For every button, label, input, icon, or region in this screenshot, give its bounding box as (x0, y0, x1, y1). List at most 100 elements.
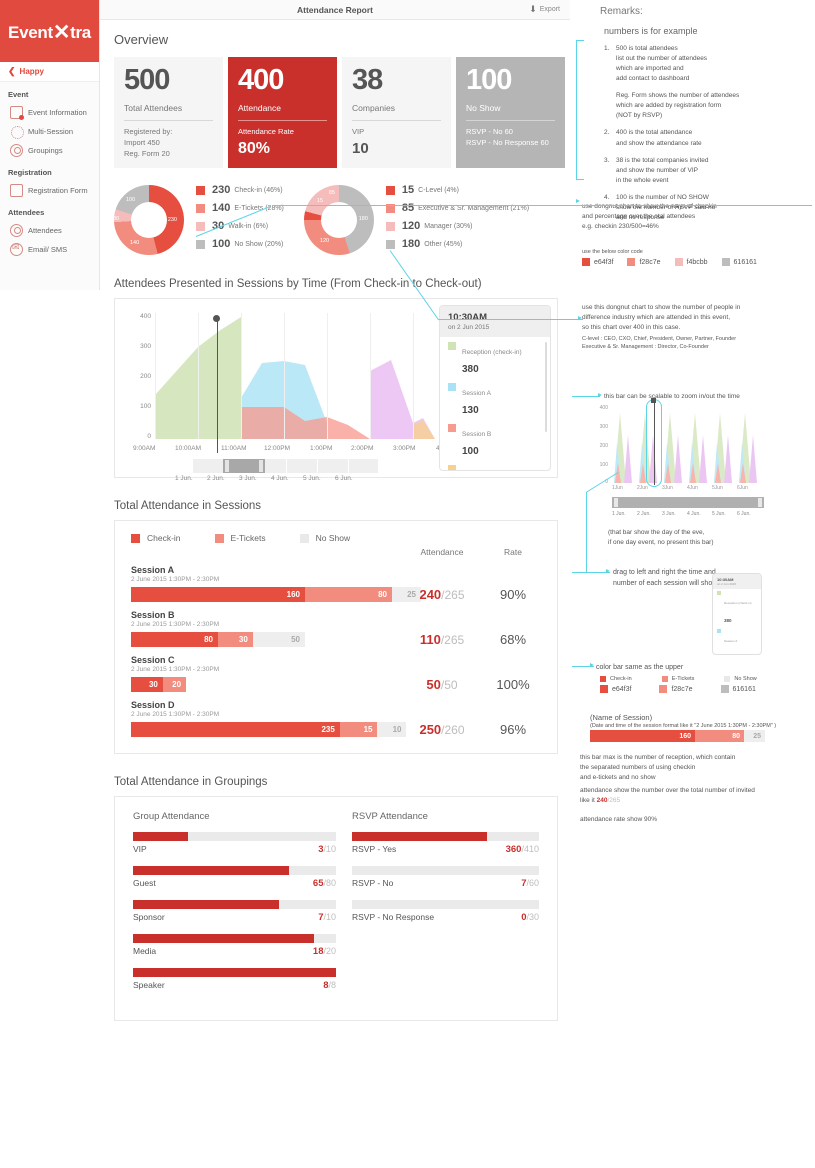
donut-graphic: 15 120 85 180 (303, 185, 374, 255)
session-values: 240/265 90% (399, 587, 541, 602)
remark-extra: Reg. Form shows the number of attendees … (616, 92, 740, 120)
color-swatch (600, 685, 608, 693)
tooltip-time: 10:30AM (448, 312, 488, 323)
time-cursor-line[interactable] (217, 319, 218, 453)
legend-swatch (600, 676, 606, 683)
y-tick: 300 (140, 343, 151, 350)
color-hex: f28c7e (639, 258, 661, 266)
connector-arrow (598, 393, 602, 397)
mini-cursor-line[interactable] (654, 401, 655, 485)
legend-value: 120 (401, 220, 421, 232)
color-swatch (659, 685, 668, 693)
annotation-color-code-label: use the below color code (582, 249, 643, 255)
page-title: Attendance Report (296, 4, 374, 15)
donut-slice-label: 180 (358, 215, 368, 222)
topbar: Attendance Report ⬇ Export (100, 0, 570, 20)
stat-sub-title: VIP (352, 127, 365, 136)
session-row: Session C 2 June 2015 1:30PM - 2:30PM 30… (131, 655, 541, 692)
x-tick: 3:00PM (393, 445, 416, 452)
attendance-total: /265 (440, 633, 465, 647)
donut-graphic: 230 140 30 100 (113, 185, 184, 255)
mini-scrubber-handle-left[interactable] (614, 498, 618, 507)
connector-line (438, 319, 583, 320)
sidebar-item-registration-form[interactable]: Registration Form (0, 181, 99, 200)
progress-fill (352, 832, 487, 841)
sidebar-item-event-information[interactable]: Event Information (0, 103, 99, 122)
legend-label: Check-in (46%) (234, 186, 283, 194)
session-bar: 235 15 10 (131, 722, 421, 737)
color-swatch (627, 258, 636, 266)
annotation-drag: drag to left and right the time and numb… (613, 569, 718, 587)
scrubber-tick: 4 Jun. (687, 511, 701, 517)
attendance-total: /260 (441, 723, 465, 737)
y-tick: 300 (599, 424, 608, 430)
connector-arrow (578, 316, 582, 320)
sidebar-group-title: Registration (8, 168, 52, 177)
remark-text: 38 is the total companies invited and sh… (616, 156, 709, 184)
series-swatch (717, 591, 721, 595)
export-button[interactable]: ⬇ Export (529, 4, 560, 15)
grouping-label: Sponsor (133, 912, 165, 922)
progress-track (133, 900, 336, 909)
time-chart-tooltip: 10:30AM on 2 Jun 2015 Reception (check-i… (439, 305, 551, 471)
vip-value: 10 (352, 139, 369, 157)
scrubber-tick: 1 Jun. (612, 511, 626, 517)
x-tick: 10:00AM (175, 445, 202, 452)
progress-track (133, 832, 336, 841)
stat-label: Attendance (238, 103, 282, 113)
mini-y-axis: 400 300 200 100 0 (590, 405, 608, 485)
session-color-codes: e64f3f f28c7e 616161 (600, 685, 770, 693)
stat-sub-line: RSVP - No 60 (466, 127, 513, 136)
donut-slice-label: 100 (126, 197, 136, 203)
sidebar-item-groupings[interactable]: Groupings (0, 141, 99, 160)
calendar-icon (10, 106, 24, 120)
session-rate: 90% (499, 587, 527, 602)
sidebar-item-attendees[interactable]: Attendees (0, 221, 99, 240)
timeline-scrubber[interactable] (193, 459, 378, 473)
attendance-report-page: Event✕tra ❮ Happy Event Event Informatio… (0, 0, 815, 1168)
scrubber-selection[interactable] (223, 459, 265, 473)
mock-session-bar: 160 80 25 (590, 730, 765, 742)
tooltip-header: 10:30AM on 2 Jun 2015 (440, 306, 550, 337)
legend-swatch (299, 533, 309, 543)
legend-label: No Show (734, 676, 757, 682)
sidebar-back-link[interactable]: ❮ Happy (0, 62, 99, 82)
sidebar-item-email-sms[interactable]: Email/ SMS (0, 240, 99, 259)
progress-track (352, 832, 539, 841)
tooltip-scrollbar[interactable] (545, 342, 547, 432)
mini-cursor-handle[interactable] (651, 398, 656, 403)
progress-track (133, 866, 336, 875)
progress-track (352, 900, 539, 909)
progress-track (133, 934, 336, 943)
color-hex: f28c7e (671, 685, 693, 693)
mini-scrubber-handle-right[interactable] (758, 498, 762, 507)
remark-number: 3. (604, 156, 610, 164)
color-hex: f4bcbb (686, 258, 708, 266)
group-attendance-column: Group Attendance VIP 3/10 Guest 65/80 Sp… (133, 811, 336, 1002)
grouping-item: Media 18/20 (133, 934, 336, 957)
color-code-item: f28c7e (659, 685, 693, 693)
sidebar-group-registration: Registration Registration Form (0, 160, 99, 200)
grouping-label: RSVP - No (352, 878, 394, 888)
scrubber-handle-left[interactable] (225, 460, 229, 472)
legend-value: 230 (212, 184, 231, 196)
legend-item: Check-in (600, 675, 632, 683)
progress-fill (133, 900, 280, 909)
legend-label: C-Level (4%) (418, 186, 459, 194)
grouping-item: Sponsor 7/10 (133, 900, 336, 923)
tooltip-row: Session C 0 (440, 460, 550, 470)
mini-scrubber[interactable] (612, 497, 764, 508)
mini-tooltip-row: Session A130 (713, 627, 761, 654)
series-name: Session A (462, 390, 491, 397)
series-swatch (448, 383, 456, 391)
legend-swatch (724, 676, 731, 683)
app-logo[interactable]: Event✕tra (0, 0, 99, 62)
grouping-line: Speaker 8/8 (133, 980, 336, 991)
time-cursor-handle[interactable] (213, 315, 220, 322)
legend-swatch (385, 185, 395, 195)
groupings-title: Total Attendance in Groupings (114, 776, 268, 788)
scrubber-handle-right[interactable] (259, 460, 263, 472)
sidebar-item-multi-session[interactable]: Multi-Session (0, 122, 99, 141)
attendance-value: 250 (419, 722, 442, 737)
grouping-value: 7/60 (521, 878, 539, 889)
